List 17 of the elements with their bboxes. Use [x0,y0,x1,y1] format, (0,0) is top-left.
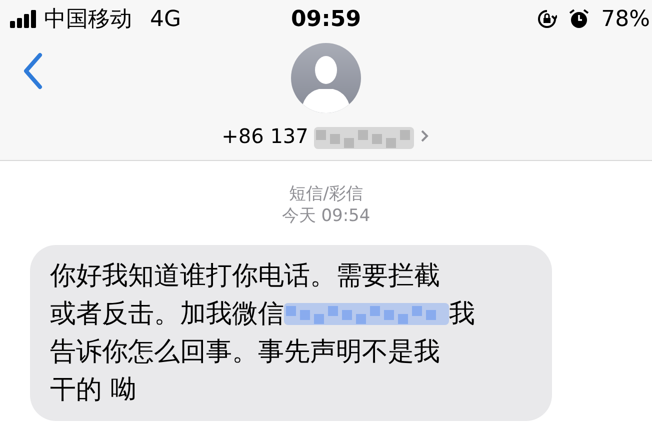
rotation-lock-icon [537,9,558,29]
service-label: 短信/彩信 [289,183,363,205]
network-type: 4G [150,6,182,34]
message-text: 告诉你怎么回事。事先声明不是我 [50,336,440,369]
message-text: 或者反击。加我微信 [50,298,284,331]
battery-percentage: 78% [601,6,650,34]
contact-number[interactable]: +86 137 [222,121,308,151]
alarm-icon [569,9,590,29]
message-timestamp: 今天 09:54 [282,205,370,227]
avatar-silhouette[interactable] [291,43,361,113]
back-chevron-icon[interactable] [22,52,44,90]
clock-time: 09:59 [290,6,362,34]
message-text: 干的 呦 [50,374,136,407]
message-text: 我 [449,298,475,331]
carrier-name: 中国移动 [44,6,132,34]
message-text: 你好我知道谁打你电话。需要拦截 [50,260,440,293]
chevron-right-icon[interactable] [420,129,430,143]
